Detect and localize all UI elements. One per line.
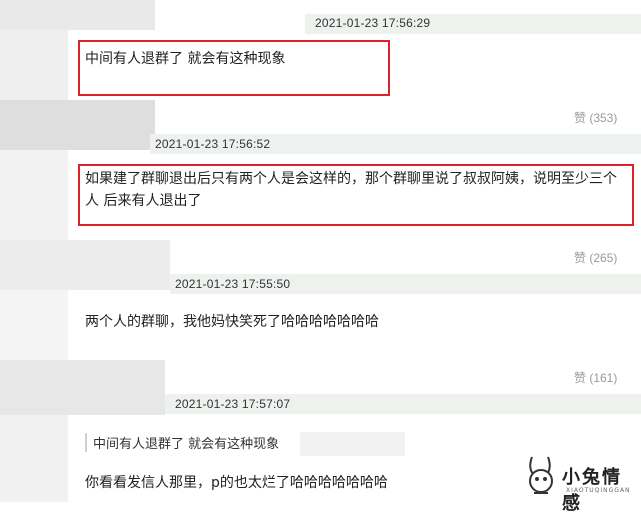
blurred-avatar-area [0,415,68,502]
comment-text: 你看看发信人那里，p的也太烂了哈哈哈哈哈哈哈 [85,475,388,491]
blurred-avatar-area [0,360,165,415]
highlight-box [78,40,390,96]
comment-timestamp: 2021-01-23 17:56:29 [315,16,431,30]
blurred-avatar-area [0,240,170,290]
like-button[interactable]: 赞 (353) [574,109,617,126]
blurred-avatar-area [0,100,155,150]
comment-text: 两个人的群聊，我他妈快笑死了哈哈哈哈哈哈哈 [85,314,379,330]
blurred-avatar-area [0,290,68,360]
comment-timestamp: 2021-01-23 17:56:52 [155,137,271,151]
blurred-avatar-area [0,150,68,240]
quoted-reply: 中间有人退群了 就会有这种现象 [85,433,279,452]
like-button[interactable]: 赞 (265) [574,249,617,266]
blurred-name-area [300,432,405,456]
like-button[interactable]: 赞 (161) [574,369,617,386]
comment-timestamp: 2021-01-23 17:57:07 [175,397,291,411]
highlight-box [78,164,634,226]
rabbit-logo-icon [529,456,553,494]
comment-timestamp: 2021-01-23 17:55:50 [175,277,291,291]
blurred-avatar-area [0,30,68,100]
blurred-avatar-area [0,0,155,30]
watermark-subtitle: XIAOTUQINGGAN [566,487,631,494]
